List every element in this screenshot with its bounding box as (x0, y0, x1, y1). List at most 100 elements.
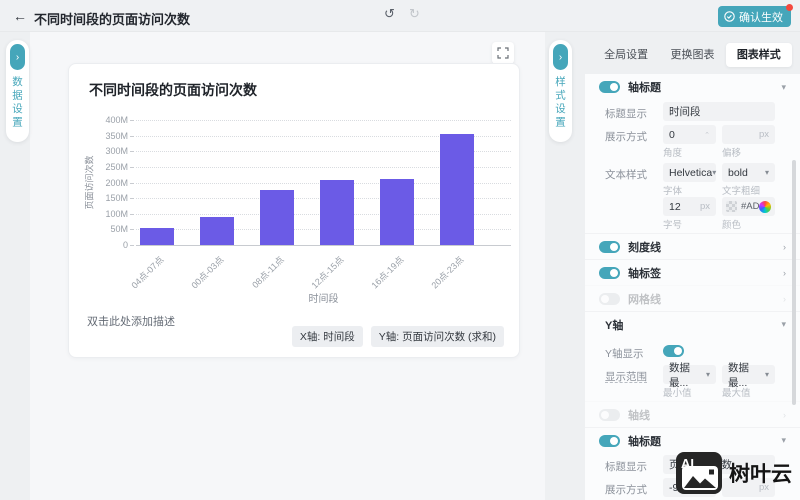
field-label: 标题显示 (605, 461, 647, 473)
page-title: 不同时间段的页面访问次数 (34, 12, 191, 27)
back-icon[interactable]: ← (13, 8, 27, 24)
sublabel-angle: 角度 (663, 147, 683, 159)
chevron-right-icon[interactable]: › (783, 242, 786, 252)
caret-down-icon[interactable]: ▾ (781, 82, 786, 93)
caret-down-icon: ▾ (712, 168, 717, 177)
x-tick-label: 16点-19点 (369, 254, 406, 291)
x-angle-input[interactable]: 0 ⌃ (663, 125, 716, 144)
y-tick-label: 300M (105, 146, 128, 157)
section-y-axis: Y轴 ▾ (585, 311, 800, 337)
section-label: 轴标签 (628, 267, 661, 280)
y-tick-label: 0 (122, 240, 128, 250)
y-tick-mark (130, 182, 134, 184)
ai-image-logo-icon: AI (676, 452, 722, 494)
field-label: Y轴显示 (605, 348, 644, 360)
settings-panel: 全局设置 更换图表 图表样式 轴标题 ▾ 标题显示 时间段 展示方式 0 ⌃ px (585, 32, 800, 500)
bar[interactable] (140, 227, 174, 245)
bar[interactable] (320, 180, 354, 245)
font-weight-select[interactable]: bold ▾ (722, 163, 775, 182)
data-settings-drawer-tab[interactable]: › 数据设置 (6, 40, 29, 142)
section-label: 轴标题 (628, 82, 661, 94)
caret-down-icon[interactable]: ▾ (781, 319, 786, 330)
font-color-picker[interactable]: #ADAD (722, 197, 775, 216)
chevron-right-icon[interactable]: › (783, 410, 786, 420)
x-tick-label: 00点-03点 (189, 254, 226, 291)
redo-icon[interactable]: ↻ (409, 7, 420, 22)
section-tick-lines: 刻度线 › (585, 233, 800, 259)
x-tick-label: 20点-23点 (429, 254, 466, 291)
field-badges: X轴: 时间段 Y轴: 页面访问次数 (求和) (291, 326, 504, 347)
y-tick-label: 50M (110, 224, 128, 235)
tab-chart-style[interactable]: 图表样式 (725, 43, 792, 67)
confirm-apply-label: 确认生效 (739, 11, 783, 24)
fullscreen-button[interactable] (492, 42, 514, 64)
chevron-right-icon[interactable]: › (10, 44, 25, 70)
panel-tabs: 全局设置 更换图表 图表样式 (593, 42, 792, 68)
svg-text:AI: AI (681, 456, 694, 471)
bar[interactable] (260, 190, 294, 245)
watermark: AI 树叶云 (676, 452, 792, 494)
font-family-select[interactable]: Helvetica ▾ (663, 163, 716, 182)
field-display-range: 显示范围 数据最... ▾ 数据最... ▾ 最小值 最大值 (585, 362, 800, 401)
color-wheel-icon[interactable] (759, 200, 771, 213)
panel-scrollbar[interactable] (792, 160, 796, 405)
section-axis-line: 轴线 › (585, 401, 800, 427)
caret-down-icon: ▾ (764, 370, 769, 379)
top-bar: ← 不同时间段的页面访问次数 ↺ ↻ 确认生效 (0, 0, 800, 32)
y-tick-mark (130, 198, 134, 200)
x-tick-label: 08点-11点 (249, 254, 286, 291)
range-min-select[interactable]: 数据最... ▾ (663, 362, 716, 389)
caret-down-icon[interactable]: ▾ (781, 435, 786, 446)
field-label: 显示范围 (605, 371, 647, 383)
y-axis-field-badge: Y轴: 页面访问次数 (求和) (370, 326, 504, 347)
gridline (136, 120, 511, 121)
x-axis-field-badge: X轴: 时间段 (291, 326, 363, 347)
range-max-select[interactable]: 数据最... ▾ (722, 362, 775, 389)
y-tick-mark (130, 229, 134, 231)
gridline (136, 245, 511, 246)
x-axis-title-toggle[interactable] (599, 81, 620, 93)
section-grid-lines: 网格线 › (585, 285, 800, 311)
field-text-style: 文本样式 Helvetica▾ bold▾ 字体 文字粗细 12px #ADAD… (585, 161, 800, 233)
sublabel-min: 最小值 (663, 387, 692, 399)
y-tick-label: 400M (105, 115, 128, 125)
chevron-right-icon[interactable]: › (783, 268, 786, 278)
y-axis-display-toggle[interactable] (663, 345, 684, 357)
field-title-display: 标题显示 时间段 (585, 100, 800, 123)
field-label: 展示方式 (605, 484, 647, 496)
grid-lines-toggle[interactable] (599, 292, 620, 305)
section-label: 轴线 (628, 409, 650, 422)
style-settings-drawer-tab[interactable]: › 样式设置 (549, 40, 572, 142)
watermark-brand-text: 树叶云 (729, 463, 792, 486)
y-axis-title-toggle[interactable] (599, 434, 620, 447)
chevron-right-icon[interactable]: › (553, 44, 568, 70)
x-tick-label: 04点-07点 (129, 254, 166, 291)
sublabel-weight: 文字粗细 (722, 185, 761, 197)
axis-labels-toggle[interactable] (599, 266, 620, 279)
chevron-right-icon[interactable]: › (783, 294, 786, 304)
bar[interactable] (440, 134, 474, 245)
check-circle-icon (724, 11, 735, 22)
style-settings-label: 样式设置 (554, 76, 566, 130)
chart-card[interactable]: 不同时间段的页面访问次数 400M 350M 300M 250M 200M 150M 100… (68, 63, 520, 358)
description-placeholder[interactable]: 双击此处添加描述 (87, 313, 175, 329)
y-tick-mark (130, 245, 134, 246)
confirm-apply-button[interactable]: 确认生效 (718, 6, 791, 27)
notification-dot (786, 4, 793, 11)
caret-down-icon: ▾ (705, 370, 710, 379)
y-tick-label: 350M (105, 130, 128, 141)
undo-icon[interactable]: ↺ (384, 7, 395, 22)
axis-line-toggle[interactable] (599, 408, 620, 421)
tab-change-chart[interactable]: 更换图表 (659, 43, 725, 67)
tick-lines-toggle[interactable] (599, 240, 620, 253)
y-tick-mark (130, 213, 134, 215)
bar[interactable] (200, 216, 234, 245)
bar[interactable] (380, 178, 414, 245)
stepper-icon[interactable]: ⌃ (704, 131, 710, 139)
color-swatch (726, 201, 737, 212)
x-offset-input[interactable]: px (722, 125, 775, 144)
data-settings-label: 数据设置 (11, 76, 23, 130)
font-size-input[interactable]: 12 px (663, 197, 716, 216)
x-title-input[interactable]: 时间段 (663, 102, 775, 121)
tab-global-settings[interactable]: 全局设置 (593, 43, 659, 67)
